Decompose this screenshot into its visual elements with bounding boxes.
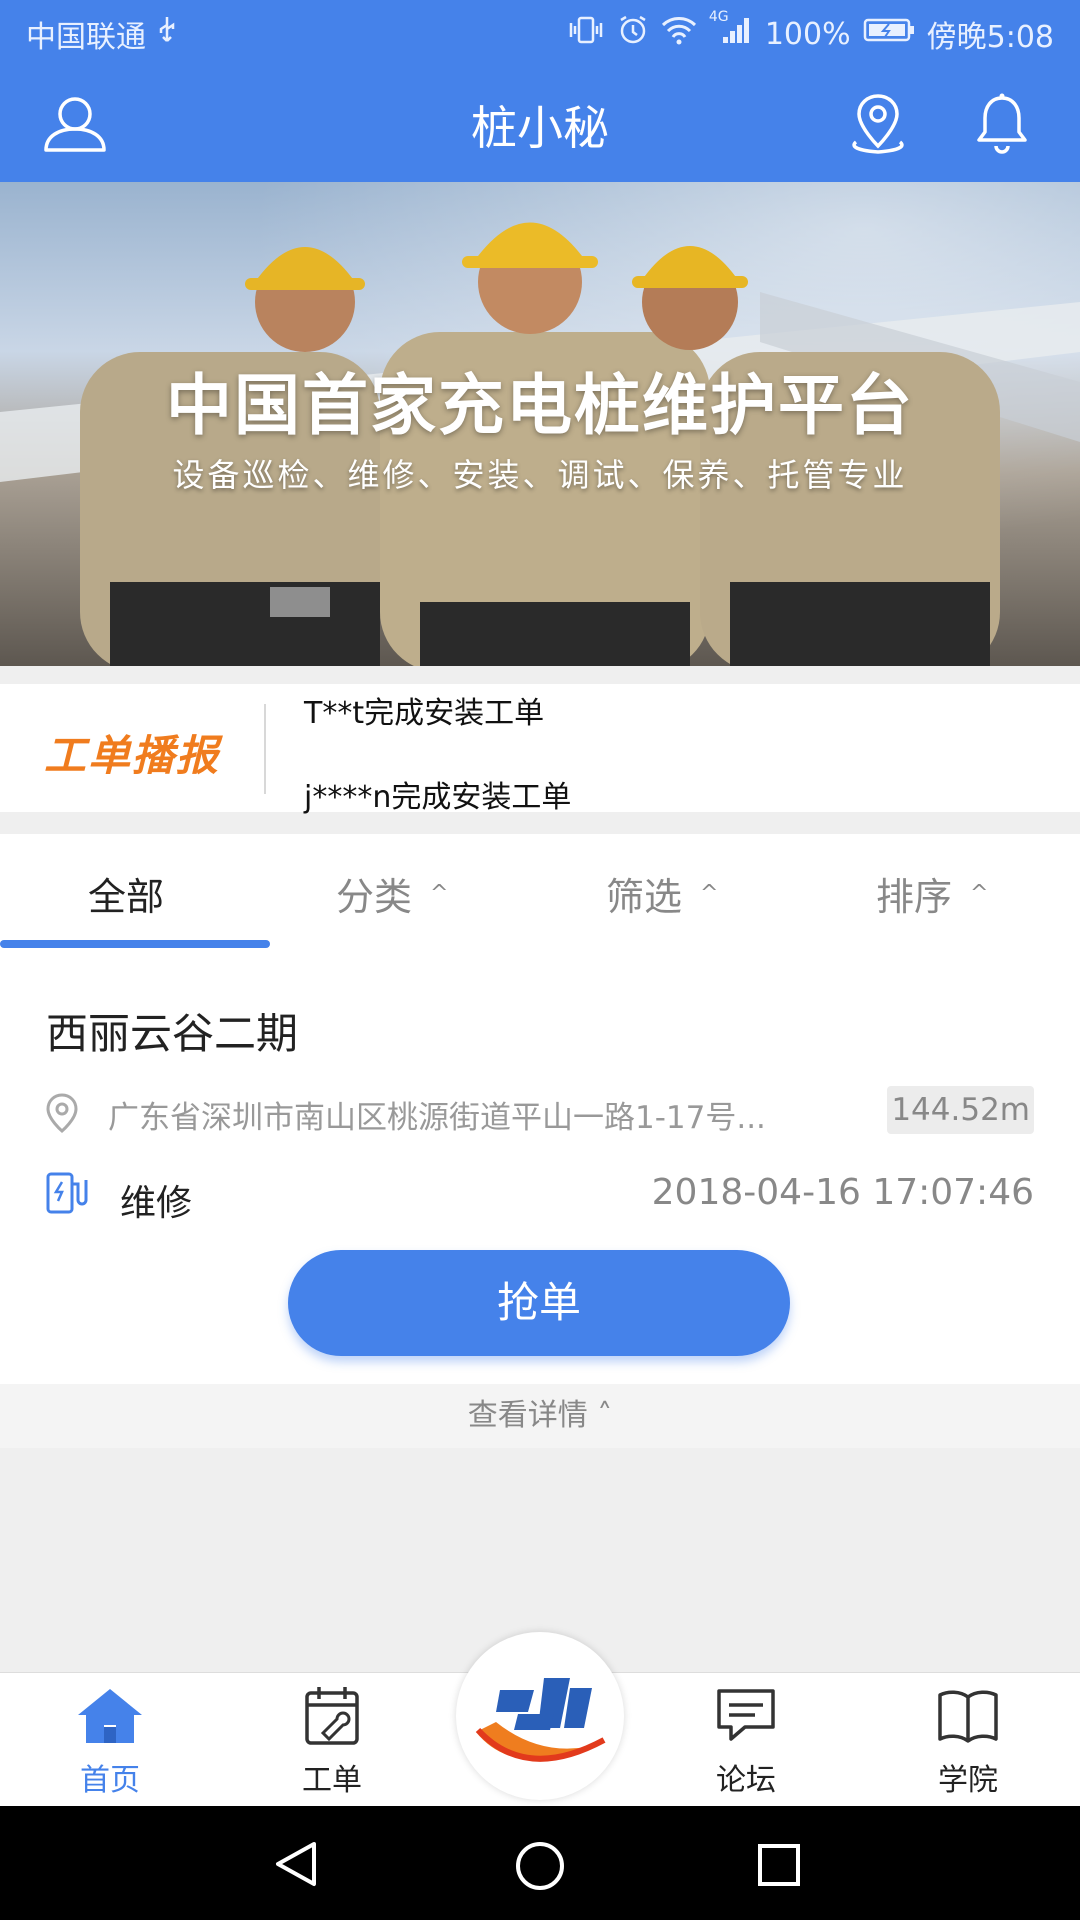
order-address: 广东省深圳市南山区桃源街道平山一路1-17号... <box>108 1100 766 1136</box>
work-order-icon <box>305 1687 359 1745</box>
nav-academy[interactable]: 学院 <box>908 1685 1028 1799</box>
nav-work-orders[interactable]: 工单 <box>272 1685 392 1799</box>
tab-filter[interactable]: 筛选 ^ <box>606 866 718 921</box>
signal-icon: 4G <box>709 9 753 53</box>
home-circle-icon[interactable] <box>514 1840 566 1892</box>
nav-label: 学院 <box>938 1763 998 1798</box>
tab-label: 排序 <box>876 875 953 919</box>
order-type: 维修 <box>120 1183 193 1224</box>
tab-label: 筛选 <box>606 875 683 919</box>
order-type-row: 维修 2018-04-16 17:07:46 <box>44 1168 1034 1224</box>
network-type-label: 4G <box>708 9 729 25</box>
tab-label: 分类 <box>336 875 413 919</box>
ticker-line: j****n完成安装工单 <box>304 780 572 815</box>
view-details-link[interactable]: 查看详情 ˄ <box>0 1384 1080 1448</box>
chevron-up-icon: ^ <box>970 881 989 906</box>
home-icon <box>78 1689 142 1743</box>
nav-forum[interactable]: 论坛 <box>686 1685 806 1799</box>
nav-home[interactable]: 首页 <box>50 1685 170 1799</box>
filter-tabs: 全部 分类 ^ 筛选 ^ 排序 ^ <box>0 834 1080 948</box>
battery-percent: 100% <box>764 16 851 52</box>
distance-badge: 144.52m <box>887 1086 1034 1134</box>
page-title: 桩小秘 <box>471 101 609 155</box>
clock: 傍晚5:08 <box>926 20 1054 55</box>
bell-icon[interactable] <box>972 92 1042 156</box>
tab-all[interactable]: 全部 <box>88 866 164 921</box>
active-tab-indicator <box>0 940 270 948</box>
tab-sort[interactable]: 排序 ^ <box>876 866 988 921</box>
map-pin-icon <box>44 1092 80 1138</box>
center-logo-button[interactable] <box>456 1632 624 1800</box>
alarm-icon <box>617 14 649 54</box>
wifi-icon <box>661 15 697 53</box>
recents-icon[interactable] <box>756 1842 802 1888</box>
address-row: 广东省深圳市南山区桃源街道平山一路1-17号... 144.52m <box>44 1086 1034 1136</box>
system-nav-bar <box>0 1806 1080 1920</box>
usb-icon <box>156 15 178 53</box>
charging-pile-icon <box>44 1170 88 1220</box>
ticker-brand: 工单播报 <box>44 731 221 780</box>
order-ticker[interactable]: 工单播报 T**t完成安装工单 j****n完成安装工单 <box>0 684 1080 815</box>
ticker-divider <box>264 704 266 794</box>
order-timestamp: 2018-04-16 17:07:46 <box>651 1172 1034 1213</box>
order-site-name: 西丽云谷二期 <box>46 1009 299 1058</box>
chevron-up-icon: ^ <box>430 881 449 906</box>
carrier-label: 中国联通 <box>26 20 146 55</box>
grab-order-button[interactable]: 抢单 <box>288 1250 790 1356</box>
nav-label: 论坛 <box>716 1763 776 1798</box>
order-card[interactable]: 西丽云谷二期 广东省深圳市南山区桃源街道平山一路1-17号... 144.52m… <box>0 948 1080 1384</box>
vibrate-icon <box>567 15 605 53</box>
banner-subline: 设备巡检、维修、安装、调试、保养、托管专业 <box>172 456 908 494</box>
brand-logo-icon <box>470 1646 610 1786</box>
back-icon[interactable] <box>272 1840 320 1888</box>
tab-label: 全部 <box>88 875 165 919</box>
status-bar: 中国联通 4G 100% 傍晚5:08 <box>0 0 1080 64</box>
banner-headline: 中国首家充电桩维护平台 <box>166 367 914 444</box>
nav-label: 首页 <box>80 1763 140 1798</box>
forum-icon <box>717 1689 775 1741</box>
chevron-up-icon: ^ <box>700 881 719 906</box>
promo-banner[interactable]: 中国首家充电桩维护平台 设备巡检、维修、安装、调试、保养、托管专业 <box>0 182 1080 666</box>
app-bar: 桩小秘 <box>0 64 1080 182</box>
ticker-line: T**t完成安装工单 <box>304 696 545 731</box>
tab-category[interactable]: 分类 ^ <box>336 866 448 921</box>
battery-icon <box>863 16 915 52</box>
book-icon <box>938 1690 998 1743</box>
location-icon[interactable] <box>848 92 918 156</box>
nav-label: 工单 <box>302 1763 362 1798</box>
